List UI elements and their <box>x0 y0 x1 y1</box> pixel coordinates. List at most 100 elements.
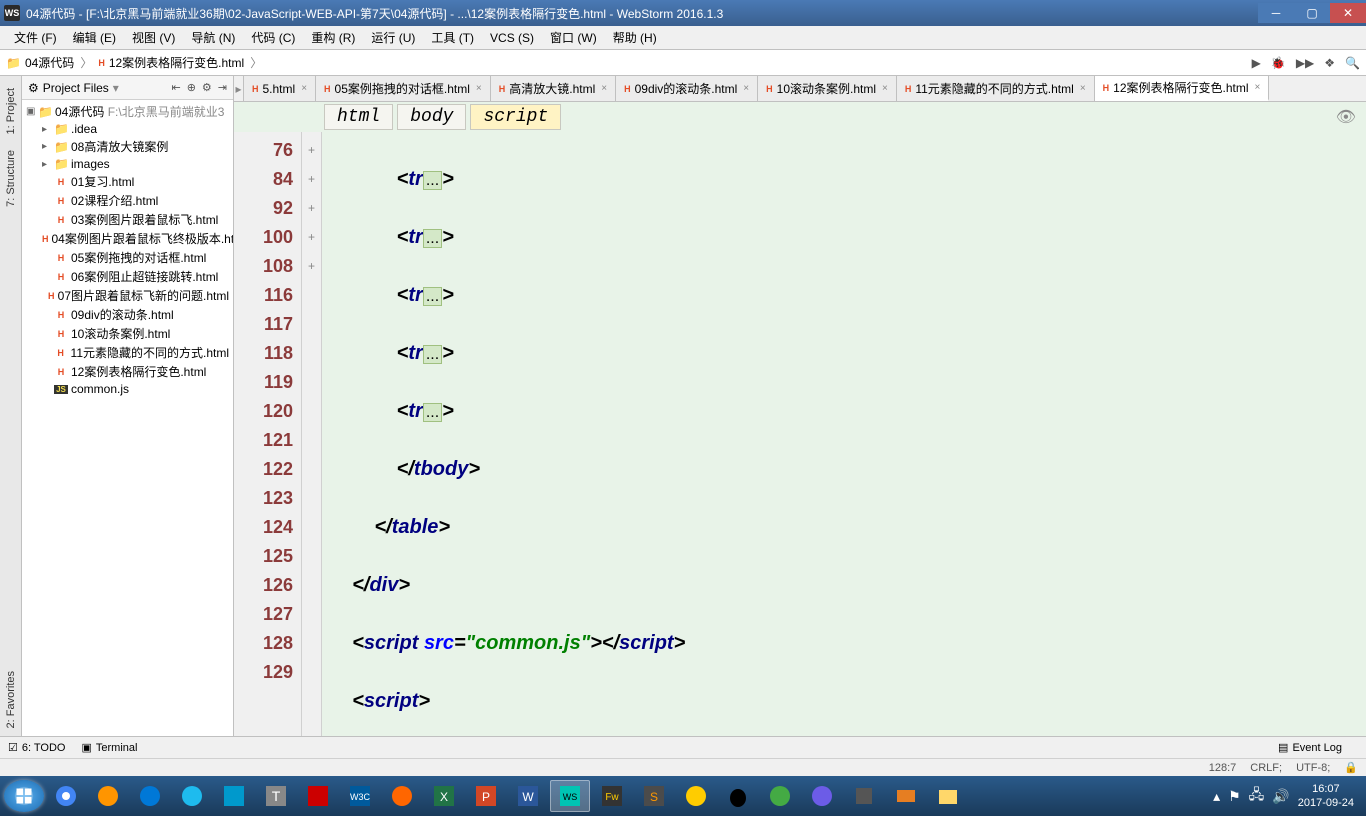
breadcrumb-chip[interactable]: body <box>397 104 466 130</box>
menu-vcs[interactable]: VCS (S) <box>482 29 542 47</box>
taskbar-webstorm[interactable]: WS <box>550 780 590 812</box>
code-lines[interactable]: <tr...> <tr...> <tr...> <tr...> <tr...> … <box>322 132 1366 736</box>
tree-file[interactable]: H02课程介绍.html <box>22 191 233 210</box>
editor-tab[interactable]: H5.html× <box>244 76 316 101</box>
breadcrumb-root[interactable]: 04源代码 <box>25 54 74 71</box>
taskbar-app[interactable] <box>382 780 422 812</box>
tab-structure[interactable]: 7: Structure <box>3 142 19 215</box>
fold-marker[interactable]: + <box>302 223 321 252</box>
tree-file[interactable]: H05案例拖拽的对话框.html <box>22 248 233 267</box>
tree-folder[interactable]: ▸📁.idea <box>22 121 233 137</box>
editor-tab[interactable]: H11元素隐藏的不同的方式.html× <box>897 76 1095 101</box>
menu-edit[interactable]: 编辑 (E) <box>65 27 124 48</box>
taskbar-app[interactable] <box>886 780 926 812</box>
stop-icon[interactable]: ▶▶ <box>1296 56 1314 70</box>
taskbar-firefox[interactable] <box>88 780 128 812</box>
taskbar-excel[interactable]: X <box>424 780 464 812</box>
menu-refactor[interactable]: 重构 (R) <box>303 27 363 48</box>
minimize-button[interactable]: ─ <box>1258 3 1294 23</box>
target-icon[interactable]: ⊕ <box>187 81 196 94</box>
tray-flag-icon[interactable]: ⚑ <box>1228 788 1241 805</box>
tree-file[interactable]: H12案例表格隔行变色.html <box>22 362 233 381</box>
menu-view[interactable]: 视图 (V) <box>124 27 183 48</box>
taskbar-explorer[interactable] <box>928 780 968 812</box>
terminal-button[interactable]: ▣ Terminal <box>81 741 137 754</box>
taskbar-app[interactable] <box>844 780 884 812</box>
taskbar-app[interactable] <box>760 780 800 812</box>
close-icon[interactable]: × <box>743 83 749 94</box>
fold-marker[interactable]: + <box>302 252 321 281</box>
menu-file[interactable]: 文件 (F) <box>6 27 65 48</box>
menu-code[interactable]: 代码 (C) <box>243 27 303 48</box>
maximize-button[interactable]: ▢ <box>1294 3 1330 23</box>
tab-favorites[interactable]: 2: Favorites <box>3 663 19 736</box>
close-button[interactable]: ✕ <box>1330 3 1366 23</box>
code-editor[interactable]: 7684921001081161171181191201211221231241… <box>234 132 1366 736</box>
close-icon[interactable]: × <box>1255 82 1261 93</box>
tray-chevron[interactable]: ▴ <box>1213 788 1220 805</box>
taskbar-edge[interactable] <box>130 780 170 812</box>
taskbar-app[interactable] <box>214 780 254 812</box>
tree-file[interactable]: H04案例图片跟着鼠标飞终极版本.html <box>22 229 233 248</box>
close-icon[interactable]: × <box>1080 83 1086 94</box>
tree-file[interactable]: H11元素隐藏的不同的方式.html <box>22 343 233 362</box>
run-icon[interactable]: ▶ <box>1252 56 1261 70</box>
start-button[interactable] <box>4 780 44 812</box>
project-panel-title[interactable]: Project Files <box>43 81 109 95</box>
tree-folder[interactable]: ▸📁images <box>22 156 233 172</box>
taskbar-ie[interactable] <box>172 780 212 812</box>
taskbar-chrome[interactable] <box>46 780 86 812</box>
settings-icon[interactable]: ❖ <box>1324 56 1335 70</box>
taskbar-qq[interactable] <box>718 780 758 812</box>
taskbar-fireworks[interactable]: Fw <box>592 780 632 812</box>
menu-help[interactable]: 帮助 (H) <box>605 27 665 48</box>
tree-file[interactable]: H09div的滚动条.html <box>22 305 233 324</box>
breadcrumb-file[interactable]: 12案例表格隔行变色.html <box>109 54 244 71</box>
menu-window[interactable]: 窗口 (W) <box>542 27 605 48</box>
breadcrumb-chip-active[interactable]: script <box>470 104 561 130</box>
tree-file[interactable]: H06案例阻止超链接跳转.html <box>22 267 233 286</box>
tree-file-js[interactable]: JScommon.js <box>22 381 233 397</box>
hide-icon[interactable]: ⇥ <box>218 81 227 94</box>
debug-icon[interactable]: 🐞 <box>1271 56 1286 70</box>
close-icon[interactable]: × <box>476 83 482 94</box>
taskbar-sublime[interactable]: S <box>634 780 674 812</box>
eye-icon[interactable]: 👁 <box>1336 107 1356 127</box>
editor-tab[interactable]: H09div的滚动条.html× <box>616 76 758 101</box>
tree-root[interactable]: ▣📁04源代码 F:\北京黑马前端就业3 <box>22 102 233 121</box>
close-icon[interactable]: × <box>882 83 888 94</box>
tray-clock[interactable]: 16:072017-09-24 <box>1298 782 1354 810</box>
chevron-down-icon[interactable]: ▾ <box>113 81 119 95</box>
search-icon[interactable]: 🔍 <box>1345 56 1360 70</box>
settings-icon[interactable]: ⚙ <box>202 81 212 94</box>
taskbar-app[interactable] <box>676 780 716 812</box>
close-icon[interactable]: × <box>301 83 307 94</box>
tree-file[interactable]: H03案例图片跟着鼠标飞.html <box>22 210 233 229</box>
tree-file[interactable]: H01复习.html <box>22 172 233 191</box>
taskbar-app[interactable]: T <box>256 780 296 812</box>
tab-project[interactable]: 1: Project <box>3 80 19 142</box>
editor-tab[interactable]: H高清放大镜.html× <box>491 76 616 101</box>
collapse-icon[interactable]: ⇤ <box>171 81 180 94</box>
taskbar-app[interactable] <box>802 780 842 812</box>
todo-button[interactable]: ☑ 6: TODO <box>8 741 65 754</box>
taskbar-app[interactable]: W3C <box>340 780 380 812</box>
editor-tab[interactable]: H10滚动条案例.html× <box>758 76 897 101</box>
tabs-scroll-left[interactable]: ▸ <box>234 76 244 101</box>
tray-network-icon[interactable]: 🖧 <box>1249 784 1265 808</box>
event-log-button[interactable]: ▤ Event Log <box>1278 741 1342 754</box>
menu-tools[interactable]: 工具 (T) <box>423 27 482 48</box>
editor-tab-active[interactable]: H12案例表格隔行变色.html× <box>1095 76 1270 101</box>
breadcrumb-chip[interactable]: html <box>324 104 393 130</box>
fold-marker[interactable]: + <box>302 165 321 194</box>
taskbar-word[interactable]: W <box>508 780 548 812</box>
close-icon[interactable]: × <box>601 83 607 94</box>
menu-run[interactable]: 运行 (U) <box>363 27 423 48</box>
tree-file[interactable]: H10滚动条案例.html <box>22 324 233 343</box>
taskbar-app[interactable] <box>298 780 338 812</box>
taskbar-powerpoint[interactable]: P <box>466 780 506 812</box>
fold-marker[interactable]: + <box>302 194 321 223</box>
tray-volume-icon[interactable]: 🔊 <box>1272 788 1289 805</box>
tree-file[interactable]: H07图片跟着鼠标飞新的问题.html <box>22 286 233 305</box>
menu-navigate[interactable]: 导航 (N) <box>183 27 243 48</box>
